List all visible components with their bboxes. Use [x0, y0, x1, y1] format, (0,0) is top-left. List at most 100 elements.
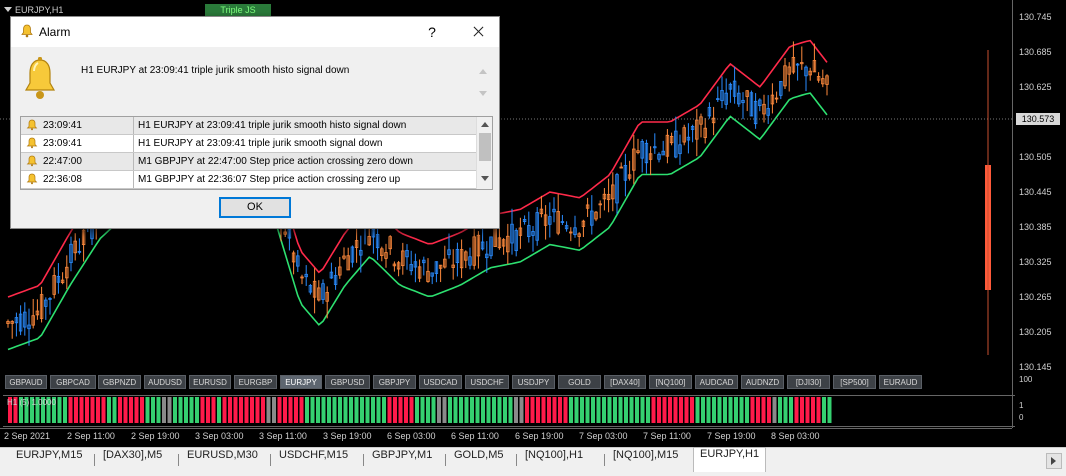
symbol-button[interactable]: EURGBP: [234, 375, 277, 389]
symbol-button[interactable]: EURUSD: [189, 375, 231, 389]
scroll-up-icon[interactable]: [481, 122, 489, 127]
tab-scroll-right-icon[interactable]: [1046, 453, 1062, 469]
symbol-button[interactable]: USDCHF: [465, 375, 509, 389]
symbol-button[interactable]: GBPCAD: [50, 375, 96, 389]
alarm-row-message: H1 EURJPY at 23:09:41 triple jurik smoot…: [138, 138, 383, 149]
current-price-label: 130.573: [1016, 113, 1060, 125]
dialog-titlebar[interactable]: Alarm ?: [11, 17, 499, 47]
symbol-button[interactable]: GBPAUD: [5, 375, 47, 389]
subwindow-axis: 100 1 0: [1012, 370, 1066, 428]
alarm-time: 23:09:41: [43, 138, 82, 149]
chart-tabs: EURJPY,M15 [DAX30],M5 EURUSD,M30 USDCHF,…: [0, 447, 1066, 476]
alarm-row[interactable]: 22:36:08 M1 GBPJPY at 22:36:07 Step pric…: [21, 171, 476, 189]
price-tick: 130.265: [1019, 292, 1052, 302]
alarm-message: H1 EURJPY at 23:09:41 triple jurik smoot…: [81, 65, 350, 76]
indicator-subwindow[interactable]: H1 (5) 1.0000: [3, 395, 1015, 427]
price-tick: 130.445: [1019, 187, 1052, 197]
alarm-dialog: Alarm ? H1 EURJPY at 23:09:41 triple jur…: [10, 16, 500, 229]
time-tick: 3 Sep 03:00: [195, 431, 244, 441]
time-tick: 2 Sep 11:00: [67, 431, 115, 441]
time-axis: 2 Sep 2021 2 Sep 11:00 2 Sep 19:00 3 Sep…: [0, 428, 1012, 445]
symbol-button[interactable]: [DJI30]: [787, 375, 830, 389]
symbol-button[interactable]: EURAUD: [879, 375, 922, 389]
help-button[interactable]: ?: [419, 19, 445, 45]
price-tick: 130.685: [1019, 47, 1052, 57]
alarm-row-message: M1 GBPJPY at 22:36:07 Step price action …: [138, 174, 401, 185]
time-tick: 2 Sep 19:00: [131, 431, 180, 441]
chart-tab[interactable]: USDCHF,M15: [273, 449, 354, 471]
price-tick: 130.745: [1019, 12, 1052, 22]
chart-symbol-label: EURJPY,H1: [15, 4, 64, 15]
time-tick: 6 Sep 19:00: [515, 431, 564, 441]
list-scrollbar[interactable]: [476, 117, 492, 189]
chart-tab[interactable]: GOLD,M5: [448, 449, 510, 471]
dropdown-triangle-icon[interactable]: [4, 7, 12, 12]
time-tick: 7 Sep 19:00: [707, 431, 756, 441]
alarm-row-message: H1 EURJPY at 23:09:41 triple jurik smoot…: [138, 120, 407, 131]
chart-tab[interactable]: EURUSD,M30: [181, 449, 264, 471]
time-tick: 6 Sep 11:00: [451, 431, 499, 441]
tab-separator: [178, 454, 179, 466]
alarm-history-list: 23:09:41 H1 EURJPY at 23:09:41 triple ju…: [20, 116, 493, 190]
symbol-button[interactable]: AUDCAD: [695, 375, 738, 389]
chart-tab[interactable]: [NQ100],H1: [519, 449, 589, 471]
chart-tab[interactable]: EURJPY,M15: [10, 449, 88, 471]
tab-separator: [516, 454, 517, 466]
symbol-button-bar: GBPAUD GBPCAD GBPNZD AUDUSD EURUSD EURGB…: [3, 373, 1015, 391]
alarm-row-message: M1 GBPJPY at 22:47:00 Step price action …: [138, 156, 413, 167]
alarm-row[interactable]: 23:09:41 H1 EURJPY at 23:09:41 triple ju…: [21, 117, 476, 135]
bell-icon: [26, 137, 38, 149]
symbol-button[interactable]: [SP500]: [833, 375, 876, 389]
bell-icon: [26, 173, 38, 185]
subwindow-tick: 0: [1019, 413, 1024, 422]
symbol-button[interactable]: [DAX40]: [604, 375, 646, 389]
scroll-down-icon[interactable]: [481, 176, 489, 181]
tab-separator: [445, 454, 446, 466]
symbol-button[interactable]: GBPNZD: [98, 375, 141, 389]
alarm-time-cell: 23:09:41: [21, 135, 134, 152]
time-tick: 3 Sep 11:00: [259, 431, 307, 441]
chart-tab[interactable]: [NQ100],M15: [607, 449, 684, 471]
price-tick: 130.325: [1019, 257, 1052, 267]
close-icon[interactable]: [463, 19, 493, 45]
alarm-row[interactable]: 23:09:41 H1 EURJPY at 23:09:41 triple ju…: [21, 135, 476, 153]
tab-separator: [363, 454, 364, 466]
price-tick: 130.625: [1019, 82, 1052, 92]
message-scrollbar[interactable]: [477, 61, 489, 105]
price-tick: 130.205: [1019, 327, 1052, 337]
chart-tab-active[interactable]: EURJPY,H1: [693, 447, 767, 472]
bell-icon-large: [24, 57, 56, 99]
indicator-label: Triple JS: [205, 4, 271, 16]
scroll-down-icon[interactable]: [479, 91, 487, 96]
subwindow-label: H1 (5) 1.0000: [7, 398, 56, 407]
symbol-button[interactable]: GBPUSD: [325, 375, 370, 389]
symbol-button[interactable]: GBPJPY: [373, 375, 416, 389]
alarm-time-cell: 22:47:00: [21, 153, 134, 170]
tab-separator: [270, 454, 271, 466]
time-tick: 2 Sep 2021: [4, 431, 51, 441]
chart-tab[interactable]: GBPJPY,M1: [366, 449, 438, 471]
ok-button[interactable]: OK: [219, 197, 291, 218]
scrollbar-thumb[interactable]: [479, 133, 491, 161]
chart-title: EURJPY,H1: [4, 3, 63, 16]
bell-icon: [26, 119, 38, 131]
alarm-row[interactable]: 22:47:00 M1 GBPJPY at 22:47:00 Step pric…: [21, 153, 476, 171]
tab-separator: [604, 454, 605, 466]
symbol-button[interactable]: [NQ100]: [649, 375, 692, 389]
price-tick: 130.385: [1019, 222, 1052, 232]
symbol-button[interactable]: AUDUSD: [144, 375, 186, 389]
price-axis[interactable]: 130.745 130.685 130.625 130.565 130.505 …: [1012, 0, 1066, 372]
symbol-button[interactable]: USDCAD: [419, 375, 462, 389]
alarm-time-cell: 22:36:08: [21, 171, 134, 188]
subwindow-tick: 100: [1019, 375, 1033, 384]
alarm-time: 22:36:08: [43, 174, 82, 185]
price-tick: 130.505: [1019, 152, 1052, 162]
time-tick: 7 Sep 11:00: [643, 431, 691, 441]
time-tick: 3 Sep 19:00: [323, 431, 372, 441]
symbol-button[interactable]: GOLD: [558, 375, 601, 389]
chart-tab[interactable]: [DAX30],M5: [97, 449, 168, 471]
symbol-button[interactable]: USDJPY: [512, 375, 555, 389]
scroll-up-icon[interactable]: [479, 69, 487, 74]
symbol-button-active[interactable]: EURJPY: [280, 375, 322, 389]
symbol-button[interactable]: AUDNZD: [741, 375, 784, 389]
